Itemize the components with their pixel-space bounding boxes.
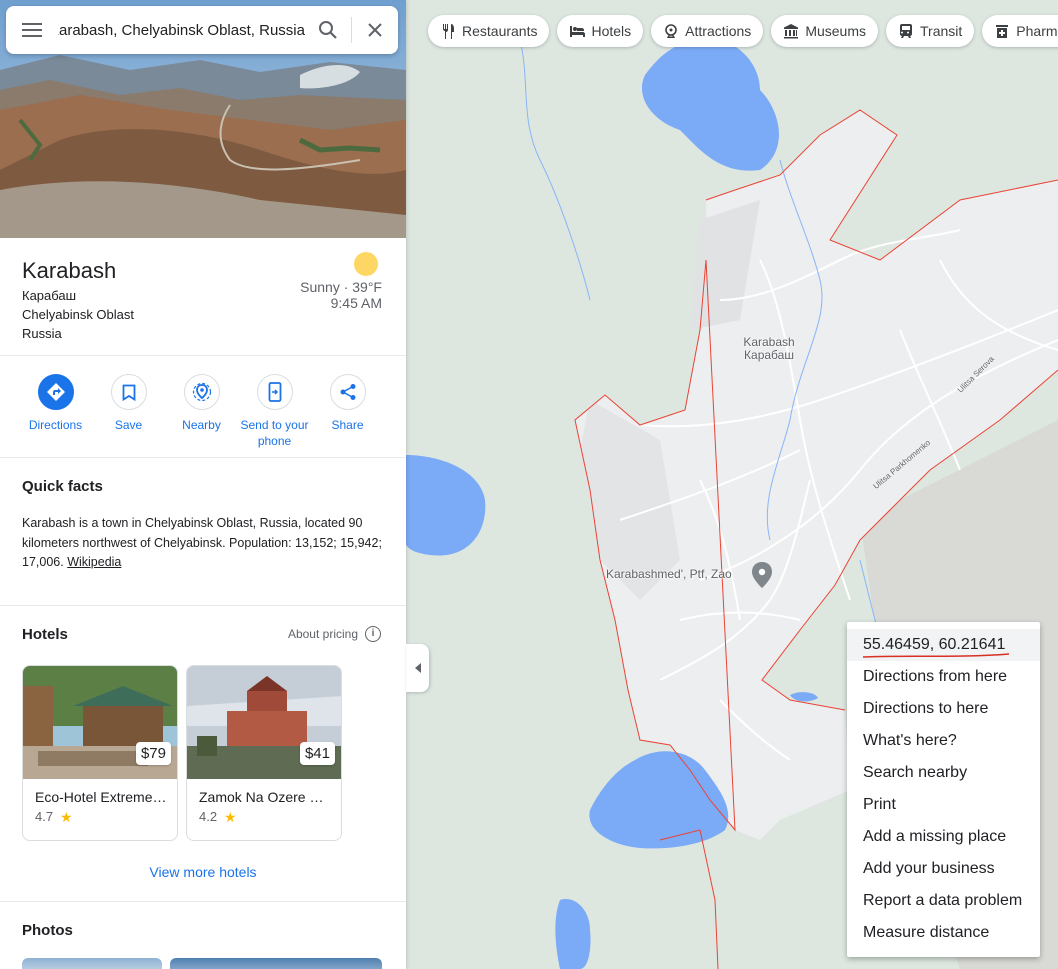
add-business-item[interactable]: Add your business — [847, 853, 1040, 885]
nearby-button[interactable]: Nearby — [165, 374, 238, 433]
weather-text: Sunny · 39°F — [300, 279, 382, 295]
view-more-hotels-button[interactable]: View more hotels — [0, 864, 406, 880]
star-icon: ★ — [224, 809, 237, 825]
search-box — [6, 6, 398, 54]
hotel-rating: 4.7 — [35, 809, 54, 824]
menu-button[interactable] — [6, 6, 58, 54]
hotel-name: Eco-Hotel Extreme… — [35, 789, 167, 805]
hotel-card[interactable]: $41 Zamok Na Ozere U… 4.2 ★ — [186, 665, 342, 841]
add-missing-place-item[interactable]: Add a missing place — [847, 821, 1040, 853]
poi-label[interactable]: Karabashmed', Ptf, Zao — [606, 567, 732, 581]
share-icon — [340, 384, 355, 400]
action-label: Share — [331, 418, 364, 432]
chip-label: Pharmacies — [1016, 23, 1058, 39]
wikipedia-link[interactable]: Wikipedia — [67, 555, 121, 569]
phone-icon — [268, 382, 281, 402]
section-title: Quick facts — [22, 478, 103, 495]
side-panel: Karabash Карабаш Chelyabinsk Oblast Russ… — [0, 0, 406, 969]
chip-transit[interactable]: Transit — [886, 15, 975, 47]
search-icon — [319, 21, 337, 39]
chip-restaurants[interactable]: Restaurants — [428, 15, 550, 47]
hotel-name: Zamok Na Ozere U… — [199, 789, 333, 805]
caret-left-icon — [414, 663, 421, 673]
hamburger-menu-icon — [22, 23, 42, 37]
chip-label: Transit — [920, 23, 963, 39]
star-icon: ★ — [60, 809, 73, 825]
hotel-card[interactable]: $79 Eco-Hotel Extreme… 4.7 ★ — [22, 665, 178, 841]
quick-facts-section: Quick facts Karabash is a town in Chelya… — [0, 458, 406, 606]
place-header: Karabash Карабаш Chelyabinsk Oblast Russ… — [0, 238, 406, 356]
place-region: Chelyabinsk Oblast — [22, 307, 134, 322]
close-icon — [368, 23, 382, 37]
chip-label: Attractions — [685, 23, 752, 39]
clear-search-button[interactable] — [352, 6, 398, 54]
place-country: Russia — [22, 326, 62, 341]
chip-label: Restaurants — [462, 23, 538, 39]
action-buttons: Directions Save Nearby Send to your phon… — [0, 357, 406, 458]
chip-label: Hotels — [591, 23, 632, 39]
action-label: Nearby — [182, 418, 221, 432]
collapse-panel-button[interactable] — [406, 644, 429, 692]
price-badge: $41 — [299, 742, 335, 765]
action-label: Send to your phone — [240, 418, 309, 448]
bed-icon — [570, 26, 586, 37]
chip-attractions[interactable]: Attractions — [651, 15, 764, 47]
ferris-wheel-icon — [665, 24, 677, 38]
coordinates-underline — [862, 653, 1010, 658]
directions-button[interactable]: Directions — [19, 374, 92, 433]
send-to-phone-button[interactable]: Send to your phone — [238, 374, 311, 449]
print-item[interactable]: Print — [847, 789, 1040, 821]
hotel-photo: $41 — [187, 666, 341, 779]
section-title: Hotels — [22, 626, 68, 643]
local-time: 9:45 AM — [330, 295, 382, 311]
action-label: Save — [114, 418, 143, 432]
chip-pharmacies[interactable]: Pharmacies — [982, 15, 1058, 47]
directions-from-here-item[interactable]: Directions from here — [847, 661, 1040, 693]
chip-museums[interactable]: Museums — [771, 15, 878, 47]
section-title: Photos — [22, 922, 73, 939]
share-button[interactable]: Share — [311, 374, 384, 433]
price-badge: $79 — [135, 742, 171, 765]
pharmacy-icon — [996, 25, 1009, 38]
report-problem-item[interactable]: Report a data problem — [847, 885, 1040, 917]
search-nearby-item[interactable]: Search nearby — [847, 757, 1040, 789]
bookmark-icon — [122, 384, 135, 401]
chip-label: Museums — [805, 23, 866, 39]
quick-facts-text: Karabash is a town in Chelyabinsk Oblast… — [22, 514, 382, 573]
save-button[interactable]: Save — [92, 374, 165, 433]
fork-knife-icon — [443, 24, 454, 39]
directions-to-here-item[interactable]: Directions to here — [847, 693, 1040, 725]
category-chips: Restaurants Hotels Attractions Museums T… — [428, 15, 1058, 47]
about-pricing-link[interactable]: About pricing — [288, 627, 358, 641]
action-label: Directions — [28, 418, 83, 432]
photo-thumbnail[interactable] — [22, 958, 162, 969]
town-label: Karabash Карабаш — [743, 335, 795, 362]
measure-distance-item[interactable]: Measure distance — [847, 917, 1040, 949]
whats-here-item[interactable]: What's here? — [847, 725, 1040, 757]
hotels-section: Hotels About pricing i $79 Eco-Hotel Ext… — [0, 606, 406, 902]
sun-icon — [354, 252, 378, 276]
photo-thumbnail[interactable] — [170, 958, 382, 969]
search-button[interactable] — [305, 6, 351, 54]
directions-icon — [46, 383, 65, 401]
hotel-rating: 4.2 — [199, 809, 218, 824]
museum-icon — [784, 24, 799, 39]
train-icon — [900, 24, 912, 38]
chip-hotels[interactable]: Hotels — [557, 15, 644, 47]
place-title: Karabash — [22, 258, 117, 283]
info-icon[interactable]: i — [365, 626, 381, 642]
place-native-name: Карабаш — [22, 288, 77, 303]
map-context-menu: 55.46459, 60.21641 Directions from here … — [847, 622, 1040, 957]
search-input[interactable] — [58, 6, 305, 54]
photos-section: Photos — [0, 902, 406, 969]
nearby-icon — [192, 382, 211, 402]
hotel-photo: $79 — [23, 666, 177, 779]
